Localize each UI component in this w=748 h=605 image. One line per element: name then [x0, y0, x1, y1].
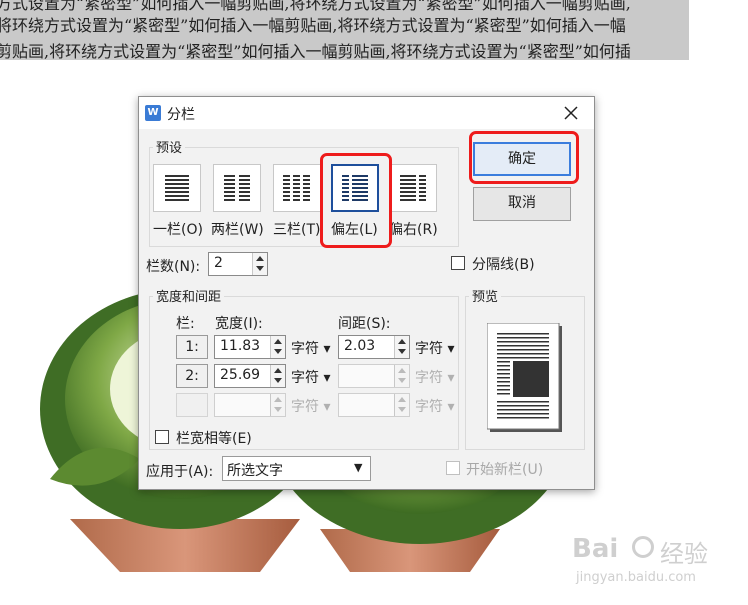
column-1-spacing-stepper[interactable]: 2.03	[338, 335, 410, 359]
presets-group-label: 预设	[153, 137, 186, 156]
width-unit-dropdown[interactable]: 字符 ▾	[291, 367, 330, 387]
separator-checkbox[interactable]	[451, 256, 465, 270]
preview-page	[486, 322, 563, 433]
columns-dialog: W 分栏 预设 一栏(O) 两栏(W) 三栏(T) 偏左(L) 偏右(R) 确定…	[138, 96, 595, 490]
equal-width-label: 栏宽相等(E)	[176, 431, 252, 447]
spin-icon[interactable]	[394, 336, 409, 358]
highlight-ok-button	[469, 131, 579, 184]
preset-right-button[interactable]	[389, 164, 437, 212]
separator-label: 分隔线(B)	[472, 257, 535, 273]
watermark-brand-cn: 经验	[660, 540, 708, 568]
spacing-header: 间距(S):	[338, 316, 391, 332]
cancel-button[interactable]: 取消	[473, 187, 571, 221]
preset-three-columns-label: 三栏(T)	[273, 222, 321, 238]
baidu-jingyan-watermark: Bai 经验 jingyan.baidu.com	[560, 530, 730, 600]
unit-label: 字符	[291, 399, 319, 415]
document-line: 将环绕方式设置为“紧密型”如何插入一幅剪贴画,将环绕方式设置为“紧密型”如何插入…	[0, 16, 626, 35]
preview-group-label: 预览	[469, 286, 502, 305]
column-1-width-stepper[interactable]: 11.83	[214, 335, 286, 359]
num-columns-label: 栏数(N):	[146, 259, 201, 275]
unit-label: 字符	[415, 341, 443, 357]
column-number	[176, 393, 208, 417]
dialog-titlebar[interactable]: W 分栏	[139, 97, 594, 129]
preset-one-column-button[interactable]	[153, 164, 201, 212]
num-columns-stepper[interactable]: 2	[208, 252, 268, 276]
width-spacing-group-label: 宽度和间距	[153, 286, 225, 305]
document-text-selection: 方式设置为“紧密型”如何插入一幅剪贴画,将环绕方式设置为“紧密型”如何插入一幅剪…	[0, 0, 689, 60]
new-column-checkbox	[446, 461, 460, 475]
equal-width-checkbox[interactable]	[155, 430, 169, 444]
spacing-unit-dropdown[interactable]: 字符 ▾	[415, 338, 454, 358]
spin-icon[interactable]	[270, 365, 285, 387]
new-column-label: 开始新栏(U)	[466, 462, 544, 478]
preset-right-label: 偏右(R)	[389, 222, 438, 238]
column-1-spacing-value: 2.03	[344, 338, 376, 354]
spin-icon	[394, 394, 409, 416]
column-2-spacing-stepper	[338, 364, 410, 388]
unit-label: 字符	[291, 370, 319, 386]
column-1-width-value: 11.83	[220, 338, 261, 354]
column-2-width-stepper[interactable]: 25.69	[214, 364, 286, 388]
close-icon[interactable]	[559, 103, 583, 123]
column-3-spacing-stepper	[338, 393, 410, 417]
num-columns-value: 2	[214, 255, 223, 271]
column-2-width-value: 25.69	[220, 367, 261, 383]
unit-label: 字符	[291, 341, 319, 357]
column-number: 2:	[176, 364, 208, 388]
width-header: 宽度(I):	[215, 316, 263, 332]
spacing-unit-dropdown: 字符 ▾	[415, 399, 455, 415]
highlight-preset-left	[320, 153, 392, 248]
chevron-down-icon: ▼	[354, 461, 363, 474]
preset-two-columns-label: 两栏(W)	[211, 222, 264, 238]
preset-three-columns-button[interactable]	[273, 164, 321, 212]
num-columns-spin-icon[interactable]	[252, 253, 267, 275]
paw-icon	[632, 536, 654, 558]
column-number: 1:	[176, 335, 208, 359]
watermark-url: jingyan.baidu.com	[576, 570, 696, 585]
spacing-unit-dropdown: 字符 ▾	[415, 370, 455, 386]
preset-two-columns-button[interactable]	[213, 164, 261, 212]
spin-icon	[394, 365, 409, 387]
dialog-title: 分栏	[167, 107, 195, 123]
apply-to-select[interactable]: 所选文字 ▼	[222, 456, 371, 481]
unit-label: 字符	[415, 370, 443, 386]
document-line: 剪贴画,将环绕方式设置为“紧密型”如何插入一幅剪贴画,将环绕方式设置为“紧密型”…	[0, 42, 631, 60]
width-unit-dropdown[interactable]: 字符 ▾	[291, 338, 330, 358]
apply-to-value: 所选文字	[227, 463, 283, 479]
column-3-width-stepper	[214, 393, 286, 417]
wps-app-icon: W	[145, 105, 161, 121]
spin-icon[interactable]	[270, 336, 285, 358]
apply-to-label: 应用于(A):	[146, 464, 214, 480]
spin-icon	[270, 394, 285, 416]
preset-one-column-label: 一栏(O)	[153, 222, 203, 238]
col-header: 栏:	[176, 316, 195, 332]
unit-label: 字符	[415, 399, 443, 415]
watermark-brand: Bai	[572, 534, 619, 564]
width-unit-dropdown: 字符 ▾	[291, 399, 331, 415]
